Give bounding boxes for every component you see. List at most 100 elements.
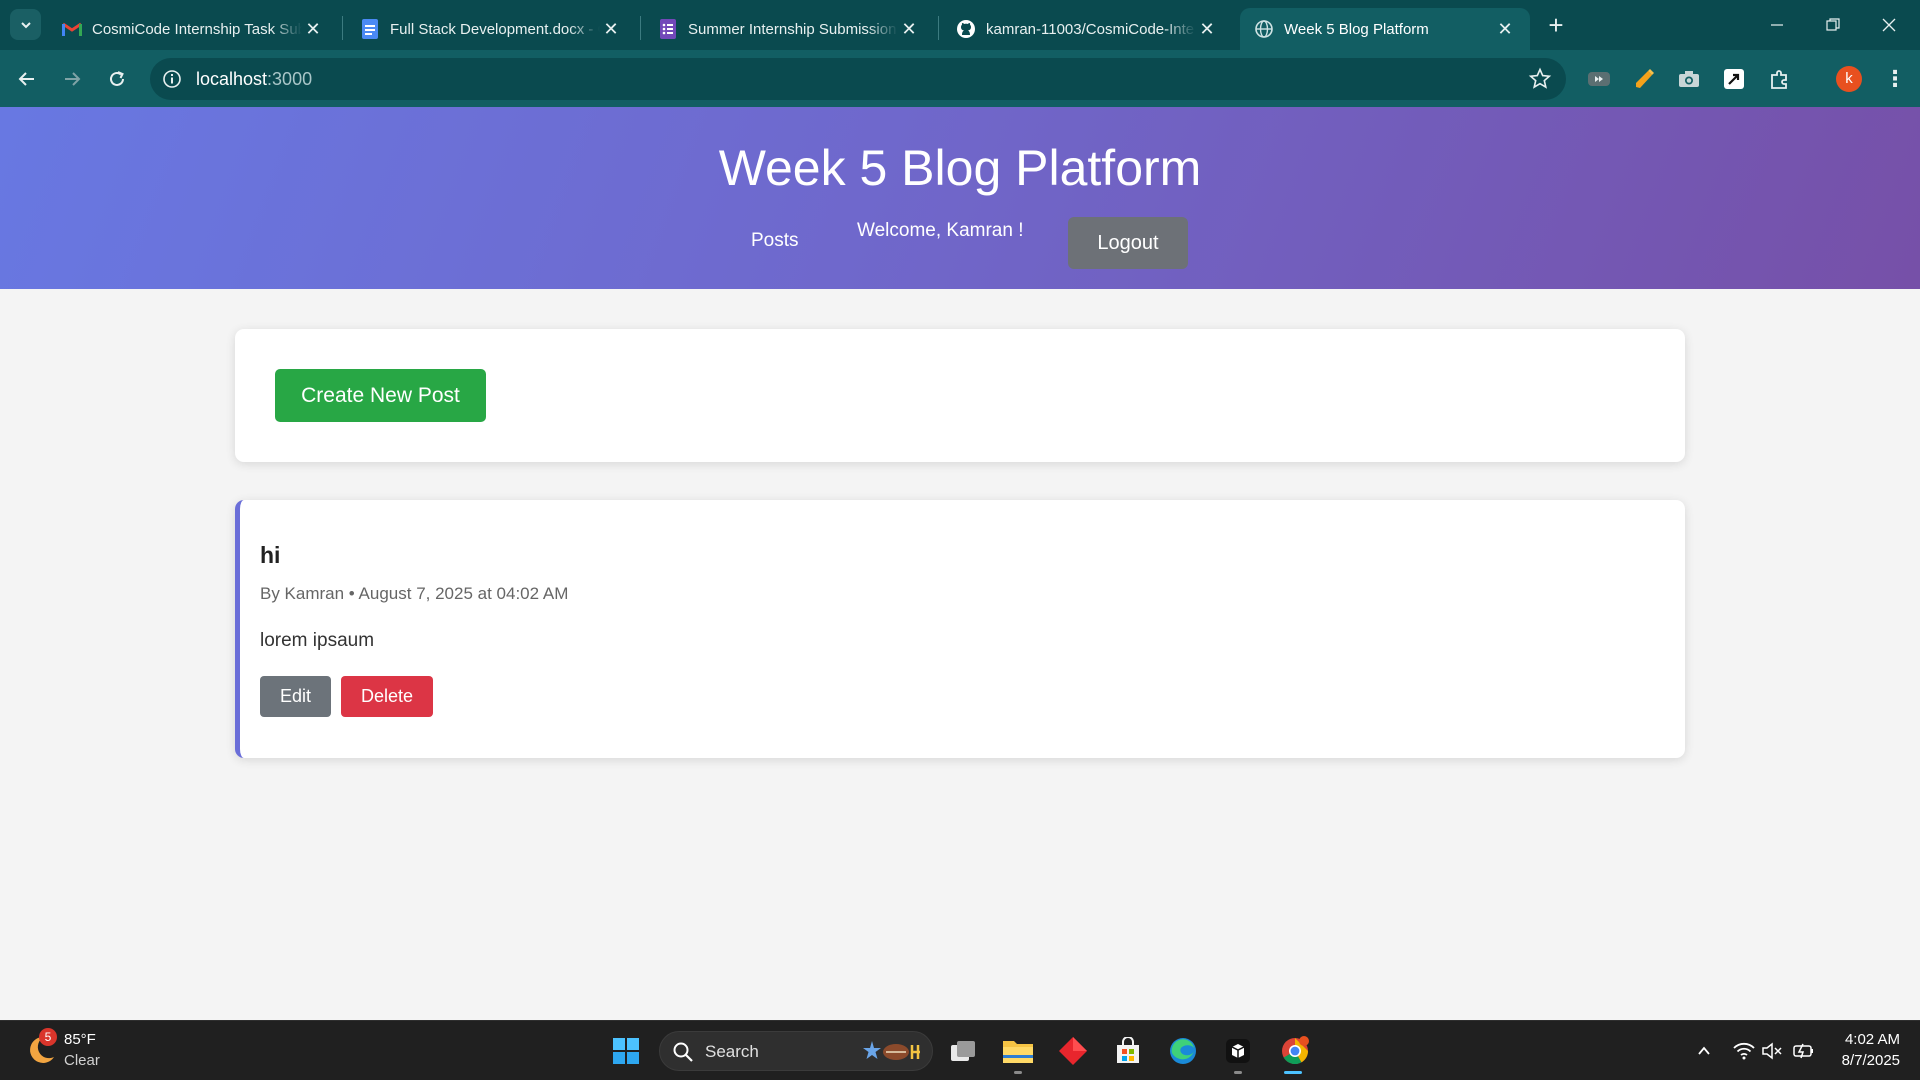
reload-button[interactable] [100,62,134,96]
microsoft-store-button[interactable] [1110,1033,1146,1069]
close-icon [1882,18,1896,32]
post-card: hi By Kamran • August 7, 2025 at 04:02 A… [235,500,1685,758]
chevron-down-icon [20,21,31,28]
show-hidden-icons-button[interactable] [1692,1039,1716,1063]
delete-post-button[interactable]: Delete [341,676,433,717]
tab-separator [640,16,641,40]
volume-muted-icon [1762,1042,1782,1060]
weather-temperature: 85°F [64,1031,96,1048]
tab-separator [342,16,343,40]
tab-docs[interactable]: Full Stack Development.docx - G ✕ [346,8,636,50]
globe-icon [1254,19,1274,39]
weather-alert-badge: 5 [39,1028,57,1046]
tab-label: Summer Internship Submission [688,20,897,38]
post-title: hi [260,542,281,568]
wifi-status[interactable] [1732,1039,1756,1063]
red-diamond-icon [1059,1037,1087,1065]
logout-button[interactable]: Logout [1068,217,1188,269]
tab-gmail[interactable]: CosmiCode Internship Task Sub ✕ [48,8,338,50]
app-box-button[interactable] [1220,1033,1256,1069]
taskbar: 5 85°F Clear Search 4:02 AM 8/7/2025 [0,1020,1920,1080]
arrow-left-icon [18,72,34,86]
chrome-icon [1282,1036,1309,1065]
clock-time[interactable]: 4:02 AM [1820,1031,1900,1048]
profile-avatar[interactable]: k [1836,66,1862,92]
restore-icon [1826,18,1840,31]
tab-label: Full Stack Development.docx - G [390,20,600,38]
new-tab-button[interactable]: + [1542,12,1570,40]
clock-date[interactable]: 8/7/2025 [1820,1052,1900,1069]
gmail-icon [62,19,82,39]
cursor-extension-icon[interactable] [1720,65,1748,93]
more-menu-icon[interactable]: ⋮ [1884,64,1906,94]
wifi-icon [1733,1042,1755,1060]
battery-status[interactable] [1792,1039,1816,1063]
site-header: Week 5 Blog Platform Posts Welcome, Kamr… [0,107,1920,289]
store-icon [1117,1037,1139,1063]
address-bar[interactable]: localhost:3000 [150,58,1566,100]
bookmark-star-icon[interactable] [1528,67,1552,91]
running-indicator [1234,1071,1242,1074]
welcome-message: Welcome, Kamran ! [857,220,1024,241]
tab-label: Week 5 Blog Platform [1284,20,1429,38]
arrow-right-icon [65,72,81,86]
close-window-button[interactable] [1866,10,1912,40]
post-body: lorem ipsaum [260,630,375,651]
reload-icon [110,71,124,86]
create-post-card: Create New Post [235,329,1685,462]
post-meta: By Kamran • August 7, 2025 at 04:02 AM [260,584,569,603]
site-title: Week 5 Blog Platform [718,140,1202,196]
close-icon[interactable]: ✕ [600,18,622,40]
running-indicator [1014,1071,1022,1074]
battery-charging-icon [1793,1043,1813,1059]
weather-condition: Clear [64,1052,100,1069]
highlighter-extension-icon[interactable] [1630,65,1658,93]
task-view-button[interactable] [945,1033,981,1069]
tab-blog-platform[interactable]: Week 5 Blog Platform ✕ [1240,8,1530,50]
close-icon[interactable]: ✕ [302,18,324,40]
tab-github[interactable]: kamran-11003/CosmiCode-Inte ✕ [942,8,1232,50]
minimize-button[interactable] [1754,10,1800,40]
github-icon [956,19,976,39]
volume-status[interactable] [1760,1039,1784,1063]
nav-link-posts[interactable]: Posts [751,230,799,252]
edge-button[interactable] [1165,1033,1201,1069]
search-highlight-icon [863,1041,920,1060]
app-red-diamond-button[interactable] [1055,1033,1091,1069]
browser-tab-strip: CosmiCode Internship Task Sub ✕ Full Sta… [0,0,1920,50]
tab-label: kamran-11003/CosmiCode-Inte [986,20,1195,38]
taskbar-search[interactable]: Search [659,1031,933,1071]
extensions-puzzle-icon[interactable] [1766,65,1794,93]
tab-separator [938,16,939,40]
search-icon [673,1042,693,1062]
chrome-button[interactable] [1275,1033,1315,1069]
app-box-icon [1226,1039,1250,1063]
media-extension-icon[interactable] [1585,65,1613,93]
task-view-icon [951,1041,975,1061]
tab-label: CosmiCode Internship Task Sub [92,20,302,38]
minimize-icon [1771,24,1783,26]
active-app-indicator [1284,1071,1302,1074]
edit-post-button[interactable]: Edit [260,676,331,717]
url-text[interactable]: localhost:3000 [196,69,312,90]
forms-icon [658,19,678,39]
forward-button[interactable] [55,62,89,96]
url-host: localhost [196,69,268,89]
folder-icon [1003,1041,1033,1063]
close-icon[interactable]: ✕ [898,18,920,40]
tab-forms[interactable]: Summer Internship Submission ✕ [644,8,934,50]
close-icon[interactable]: ✕ [1494,18,1516,40]
back-button[interactable] [10,62,44,96]
camera-extension-icon[interactable] [1675,65,1703,93]
close-icon[interactable]: ✕ [1196,18,1218,40]
docs-icon [360,19,380,39]
restore-button[interactable] [1810,10,1856,40]
file-explorer-button[interactable] [1000,1033,1036,1069]
tab-search-button[interactable] [10,9,41,40]
create-new-post-button[interactable]: Create New Post [275,369,486,422]
url-port: :3000 [267,69,313,89]
info-icon[interactable] [162,69,182,89]
start-button[interactable] [608,1033,644,1069]
chevron-up-icon [1698,1046,1710,1055]
windows-icon [613,1038,639,1064]
